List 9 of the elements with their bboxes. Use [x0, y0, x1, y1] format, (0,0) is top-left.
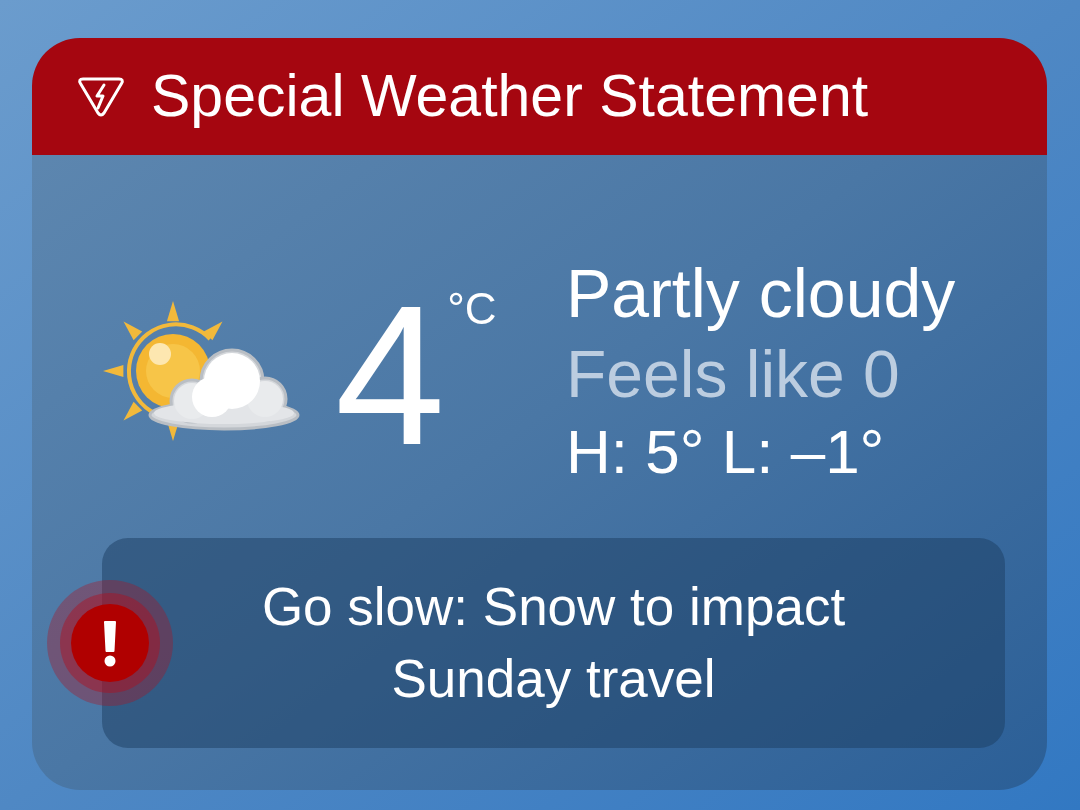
temperature-unit: °C [447, 286, 497, 331]
temperature-value: 4 [335, 296, 446, 456]
high-low-text: H: 5° L: –1° [566, 421, 886, 483]
headline-card[interactable]: Go slow: Snow to impact Sunday travel [102, 538, 1005, 748]
alert-title: Special Weather Statement [151, 67, 869, 126]
feels-like-text: Feels like 0 [566, 341, 901, 407]
warning-triangle-icon [77, 76, 125, 117]
exclamation-alert-icon [47, 580, 173, 706]
alert-banner[interactable]: Special Weather Statement [32, 38, 1047, 155]
